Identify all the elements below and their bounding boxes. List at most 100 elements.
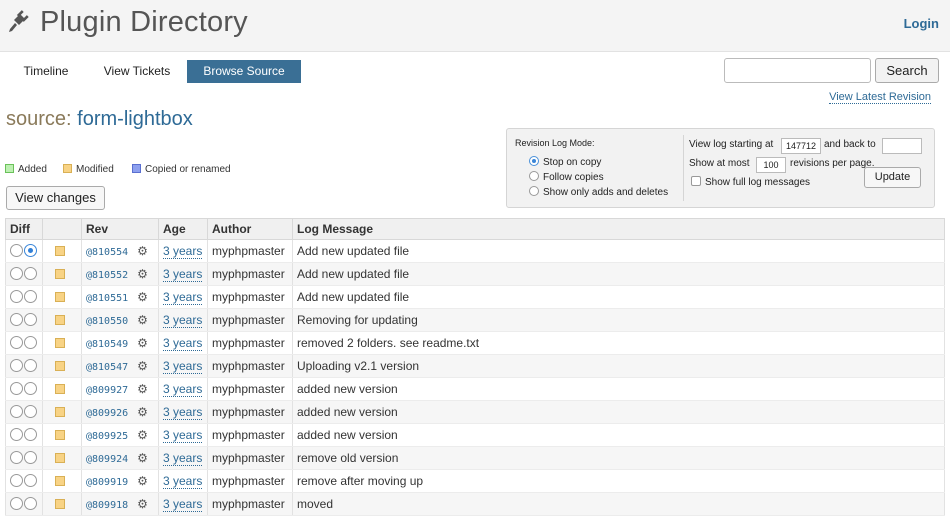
new-revision-radio-icon[interactable] bbox=[24, 428, 37, 441]
old-revision-radio-icon[interactable] bbox=[10, 313, 23, 326]
login-link[interactable]: Login bbox=[904, 16, 939, 31]
tab-view-tickets[interactable]: View Tickets bbox=[94, 60, 180, 83]
new-revision-radio-icon[interactable] bbox=[24, 497, 37, 510]
legend-added: Added bbox=[5, 164, 47, 175]
age-link[interactable]: 3 years bbox=[163, 451, 203, 466]
old-revision-radio-icon[interactable] bbox=[10, 497, 23, 510]
age-link[interactable]: 3 years bbox=[163, 336, 203, 351]
gear-icon[interactable]: ⚙ bbox=[137, 474, 148, 488]
mode-adds-deletes[interactable]: Show only adds and deletes bbox=[529, 186, 668, 198]
age-link[interactable]: 3 years bbox=[163, 428, 203, 443]
col-rev[interactable]: Rev bbox=[81, 218, 159, 240]
checkbox-icon[interactable] bbox=[691, 176, 701, 186]
legend-copied: Copied or renamed bbox=[132, 164, 231, 175]
site-title[interactable]: Plugin Directory bbox=[40, 6, 248, 39]
new-revision-radio-icon[interactable] bbox=[24, 405, 37, 418]
gear-icon[interactable]: ⚙ bbox=[137, 428, 148, 442]
modified-icon bbox=[55, 499, 65, 509]
search-input[interactable] bbox=[724, 58, 871, 83]
age-link[interactable]: 3 years bbox=[163, 497, 203, 512]
revision-link[interactable]: @810554 bbox=[86, 247, 128, 258]
age-cell: 3 years bbox=[158, 446, 208, 470]
radio-icon[interactable] bbox=[529, 186, 539, 196]
gear-icon[interactable]: ⚙ bbox=[137, 244, 148, 258]
col-age[interactable]: Age bbox=[158, 218, 208, 240]
col-author[interactable]: Author bbox=[207, 218, 293, 240]
gear-icon[interactable]: ⚙ bbox=[137, 497, 148, 511]
gear-icon[interactable]: ⚙ bbox=[137, 290, 148, 304]
revision-link[interactable]: @810547 bbox=[86, 362, 128, 373]
table-row: @809918 ⚙ 3 years myphpmaster moved bbox=[5, 492, 945, 516]
old-revision-radio-icon[interactable] bbox=[10, 336, 23, 349]
new-revision-radio-icon[interactable] bbox=[24, 359, 37, 372]
gear-icon[interactable]: ⚙ bbox=[137, 451, 148, 465]
show-at-most-label: Show at most bbox=[689, 158, 750, 169]
view-latest-revision-link[interactable]: View Latest Revision bbox=[829, 91, 931, 104]
new-revision-radio-icon[interactable] bbox=[24, 382, 37, 395]
starting-at-input[interactable]: 147712 bbox=[781, 138, 821, 154]
old-revision-radio-icon[interactable] bbox=[10, 244, 23, 257]
gear-icon[interactable]: ⚙ bbox=[137, 382, 148, 396]
mode-stop-on-copy[interactable]: Stop on copy bbox=[529, 156, 601, 168]
view-changes-button[interactable]: View changes bbox=[6, 186, 105, 210]
modified-icon bbox=[55, 246, 65, 256]
show-at-most-input[interactable]: 100 bbox=[756, 157, 786, 173]
age-cell: 3 years bbox=[158, 400, 208, 424]
radio-icon[interactable] bbox=[529, 156, 539, 166]
gear-icon[interactable]: ⚙ bbox=[137, 267, 148, 281]
full-log-toggle[interactable]: Show full log messages bbox=[691, 176, 810, 188]
new-revision-radio-icon[interactable] bbox=[24, 267, 37, 280]
tab-browse-source[interactable]: Browse Source bbox=[187, 60, 301, 83]
age-link[interactable]: 3 years bbox=[163, 244, 203, 259]
plug-icon[interactable] bbox=[6, 9, 30, 33]
update-button[interactable]: Update bbox=[864, 167, 921, 188]
revision-link[interactable]: @809924 bbox=[86, 454, 128, 465]
author-cell: myphpmaster bbox=[207, 262, 293, 286]
age-link[interactable]: 3 years bbox=[163, 382, 203, 397]
source-name-link[interactable]: form-lightbox bbox=[77, 108, 193, 130]
old-revision-radio-icon[interactable] bbox=[10, 359, 23, 372]
mode-follow-copies[interactable]: Follow copies bbox=[529, 171, 604, 183]
source-prefix: source: bbox=[6, 108, 72, 130]
revision-link[interactable]: @809919 bbox=[86, 477, 128, 488]
revision-link[interactable]: @809926 bbox=[86, 408, 128, 419]
old-revision-radio-icon[interactable] bbox=[10, 290, 23, 303]
age-link[interactable]: 3 years bbox=[163, 474, 203, 489]
old-revision-radio-icon[interactable] bbox=[10, 451, 23, 464]
revision-link[interactable]: @809918 bbox=[86, 500, 128, 511]
new-revision-radio-icon[interactable] bbox=[24, 244, 37, 257]
new-revision-radio-icon[interactable] bbox=[24, 451, 37, 464]
revision-link[interactable]: @810551 bbox=[86, 293, 128, 304]
tab-timeline[interactable]: Timeline bbox=[8, 60, 84, 83]
old-revision-radio-icon[interactable] bbox=[10, 267, 23, 280]
age-link[interactable]: 3 years bbox=[163, 405, 203, 420]
revision-link[interactable]: @810549 bbox=[86, 339, 128, 350]
age-link[interactable]: 3 years bbox=[163, 313, 203, 328]
gear-icon[interactable]: ⚙ bbox=[137, 313, 148, 327]
new-revision-radio-icon[interactable] bbox=[24, 336, 37, 349]
revision-link[interactable]: @809925 bbox=[86, 431, 128, 442]
revision-link[interactable]: @810550 bbox=[86, 316, 128, 327]
old-revision-radio-icon[interactable] bbox=[10, 428, 23, 441]
search-button[interactable]: Search bbox=[875, 58, 939, 83]
age-link[interactable]: 3 years bbox=[163, 290, 203, 305]
old-revision-radio-icon[interactable] bbox=[10, 405, 23, 418]
revision-link[interactable]: @809927 bbox=[86, 385, 128, 396]
age-link[interactable]: 3 years bbox=[163, 267, 203, 282]
age-link[interactable]: 3 years bbox=[163, 359, 203, 374]
radio-icon[interactable] bbox=[529, 171, 539, 181]
table-row: @810551 ⚙ 3 years myphpmaster Add new update… bbox=[5, 285, 945, 309]
rev-cell: @810554 ⚙ bbox=[81, 239, 159, 263]
gear-icon[interactable]: ⚙ bbox=[137, 405, 148, 419]
log-message-cell: Add new updated file bbox=[292, 239, 945, 263]
new-revision-radio-icon[interactable] bbox=[24, 313, 37, 326]
revision-link[interactable]: @810552 bbox=[86, 270, 128, 281]
new-revision-radio-icon[interactable] bbox=[24, 290, 37, 303]
change-cell bbox=[42, 308, 82, 332]
new-revision-radio-icon[interactable] bbox=[24, 474, 37, 487]
gear-icon[interactable]: ⚙ bbox=[137, 336, 148, 350]
gear-icon[interactable]: ⚙ bbox=[137, 359, 148, 373]
back-to-input[interactable] bbox=[882, 138, 922, 154]
old-revision-radio-icon[interactable] bbox=[10, 382, 23, 395]
old-revision-radio-icon[interactable] bbox=[10, 474, 23, 487]
